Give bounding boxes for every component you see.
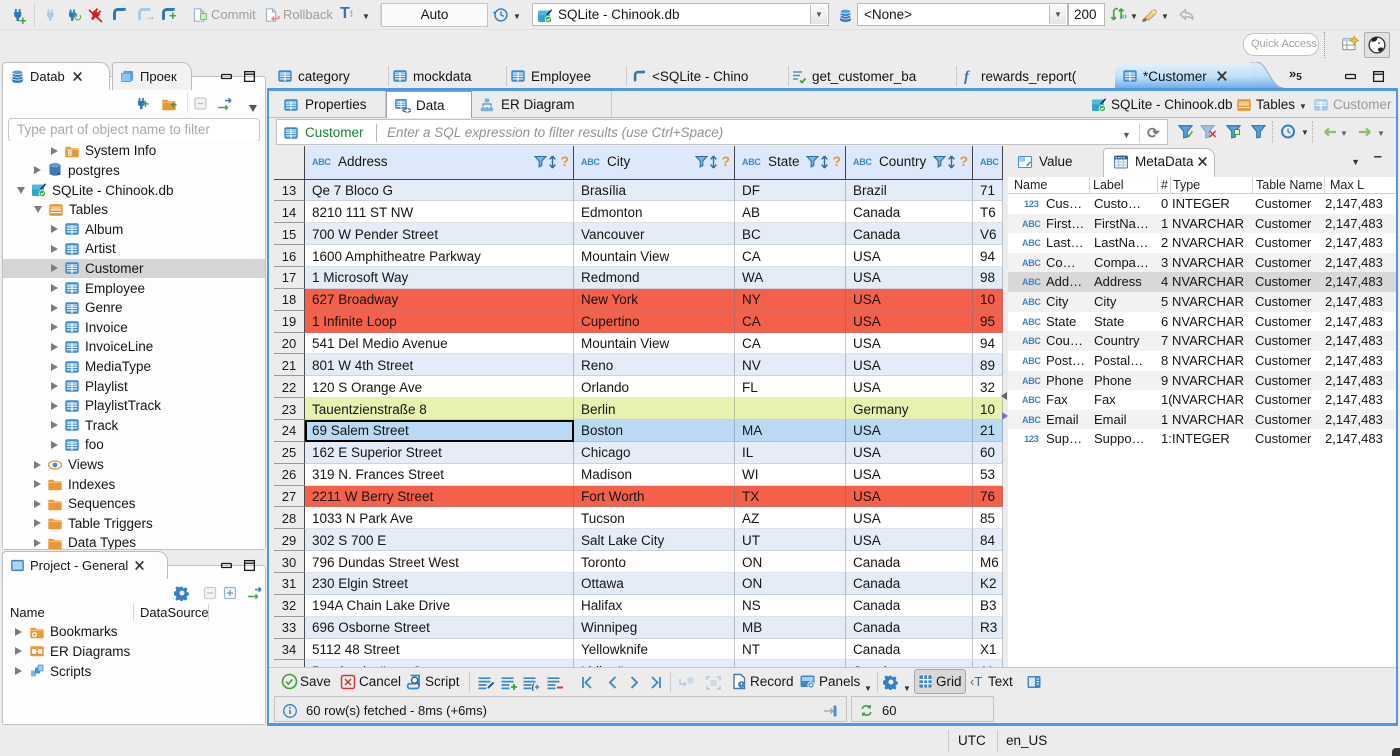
svg-text:<>: <> — [402, 105, 411, 114]
svg-text:(+): (+) — [532, 682, 541, 691]
svg-text:f: f — [964, 69, 971, 84]
